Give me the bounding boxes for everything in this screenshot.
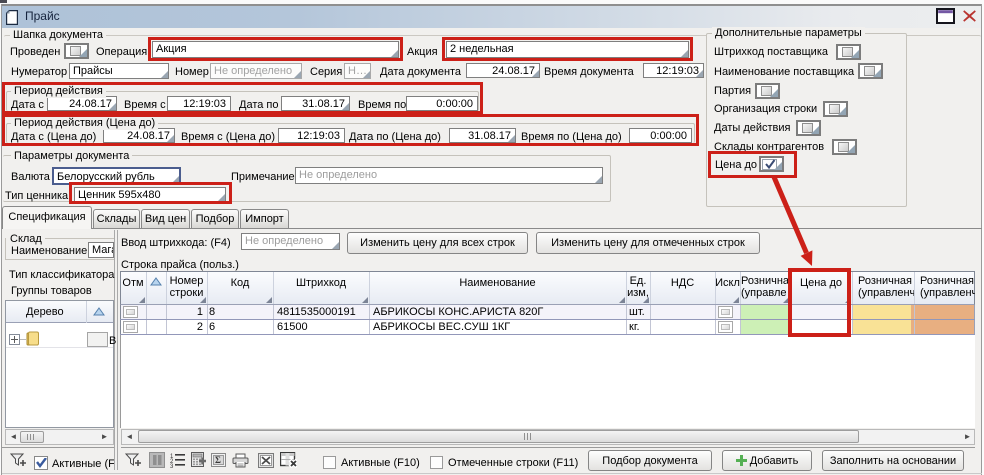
- svg-text:3: 3: [170, 464, 174, 468]
- svg-text:Σ: Σ: [215, 455, 221, 465]
